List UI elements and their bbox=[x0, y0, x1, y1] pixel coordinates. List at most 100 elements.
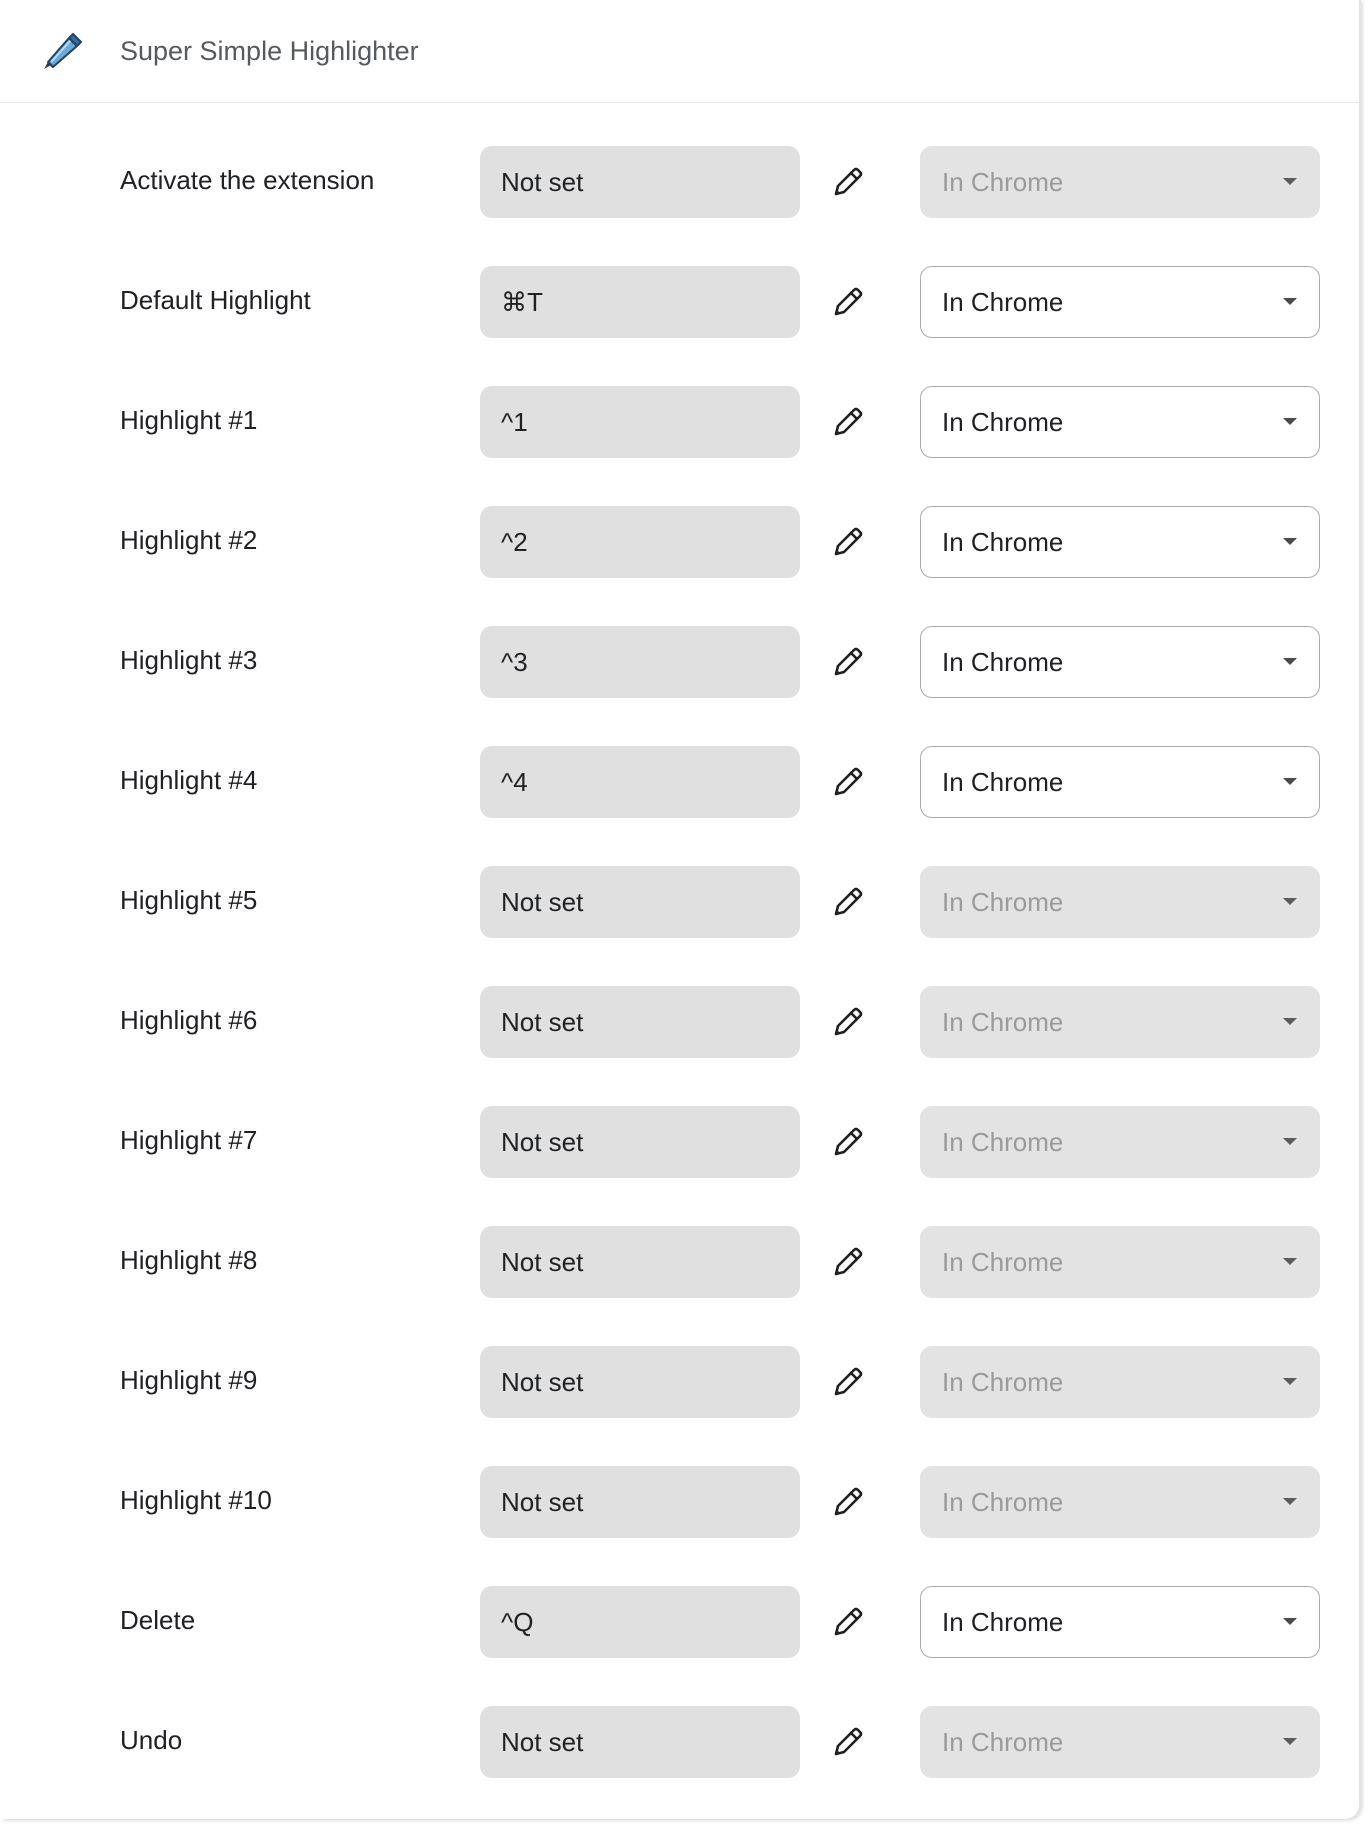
shortcut-input[interactable]: ^4 bbox=[480, 746, 800, 818]
scope-select[interactable]: In Chrome bbox=[920, 1586, 1320, 1658]
extension-header: Super Simple Highlighter bbox=[0, 0, 1359, 103]
shortcut-row: Default Highlight ⌘T In Chrome bbox=[0, 266, 1359, 386]
scope-select-value: In Chrome bbox=[942, 1367, 1064, 1397]
shortcut-input[interactable]: ^Q bbox=[480, 1586, 800, 1658]
command-label: Highlight #4 bbox=[120, 765, 258, 795]
command-label: Activate the extension bbox=[120, 165, 375, 195]
scope-select-value: In Chrome bbox=[942, 407, 1064, 437]
shortcut-row: Highlight #10 Not set In Chrome bbox=[0, 1466, 1359, 1586]
scope-select: In Chrome bbox=[920, 146, 1320, 218]
shortcut-row: Highlight #2 ^2 In Chrome bbox=[0, 506, 1359, 626]
shortcut-input[interactable]: Not set bbox=[480, 1466, 800, 1538]
scope-select[interactable]: In Chrome bbox=[920, 266, 1320, 338]
highlighter-marker-icon bbox=[38, 29, 84, 75]
pencil-icon[interactable] bbox=[826, 520, 870, 564]
scope-select-value: In Chrome bbox=[942, 167, 1064, 197]
scope-select: In Chrome bbox=[920, 1706, 1320, 1778]
command-label: Highlight #5 bbox=[120, 885, 258, 915]
scope-select[interactable]: In Chrome bbox=[920, 506, 1320, 578]
pencil-icon[interactable] bbox=[826, 160, 870, 204]
pencil-icon[interactable] bbox=[826, 1240, 870, 1284]
scope-select-value: In Chrome bbox=[942, 887, 1064, 917]
shortcut-input[interactable]: ^2 bbox=[480, 506, 800, 578]
shortcut-input[interactable]: ⌘T bbox=[480, 266, 800, 338]
shortcut-row: Highlight #4 ^4 In Chrome bbox=[0, 746, 1359, 866]
scope-select: In Chrome bbox=[920, 866, 1320, 938]
shortcut-input[interactable]: Not set bbox=[480, 986, 800, 1058]
dropdown-arrow-icon bbox=[1283, 538, 1297, 545]
command-label: Highlight #1 bbox=[120, 405, 258, 435]
scope-select[interactable]: In Chrome bbox=[920, 386, 1320, 458]
scope-select-value: In Chrome bbox=[942, 1607, 1064, 1637]
scope-select-value: In Chrome bbox=[942, 767, 1064, 797]
dropdown-arrow-icon bbox=[1283, 1378, 1297, 1385]
shortcut-row: Highlight #6 Not set In Chrome bbox=[0, 986, 1359, 1106]
scope-select: In Chrome bbox=[920, 986, 1320, 1058]
shortcut-input[interactable]: Not set bbox=[480, 1346, 800, 1418]
pencil-icon[interactable] bbox=[826, 880, 870, 924]
shortcut-row: Activate the extension Not set In Chrome bbox=[0, 146, 1359, 266]
command-label: Highlight #6 bbox=[120, 1005, 258, 1035]
shortcut-input[interactable]: ^3 bbox=[480, 626, 800, 698]
command-label: Highlight #3 bbox=[120, 645, 258, 675]
shortcut-input[interactable]: ^1 bbox=[480, 386, 800, 458]
command-label: Undo bbox=[120, 1725, 183, 1755]
scope-select-value: In Chrome bbox=[942, 527, 1064, 557]
scope-select: In Chrome bbox=[920, 1226, 1320, 1298]
pencil-icon[interactable] bbox=[826, 1000, 870, 1044]
shortcut-row: Highlight #1 ^1 In Chrome bbox=[0, 386, 1359, 506]
pencil-icon[interactable] bbox=[826, 640, 870, 684]
pencil-icon[interactable] bbox=[826, 400, 870, 444]
command-label: Highlight #7 bbox=[120, 1125, 258, 1155]
command-label: Highlight #2 bbox=[120, 525, 258, 555]
dropdown-arrow-icon bbox=[1283, 1018, 1297, 1025]
pencil-icon[interactable] bbox=[826, 1360, 870, 1404]
dropdown-arrow-icon bbox=[1283, 658, 1297, 665]
command-label: Highlight #8 bbox=[120, 1245, 258, 1275]
scope-select: In Chrome bbox=[920, 1466, 1320, 1538]
dropdown-arrow-icon bbox=[1283, 1738, 1297, 1745]
dropdown-arrow-icon bbox=[1283, 298, 1297, 305]
scope-select-value: In Chrome bbox=[942, 287, 1064, 317]
extension-shortcuts-card: Super Simple Highlighter Activate the ex… bbox=[0, 0, 1359, 1819]
scope-select[interactable]: In Chrome bbox=[920, 626, 1320, 698]
shortcut-input[interactable]: Not set bbox=[480, 1106, 800, 1178]
dropdown-arrow-icon bbox=[1283, 1258, 1297, 1265]
shortcut-row: Highlight #7 Not set In Chrome bbox=[0, 1106, 1359, 1226]
scope-select[interactable]: In Chrome bbox=[920, 746, 1320, 818]
shortcut-row: Highlight #9 Not set In Chrome bbox=[0, 1346, 1359, 1466]
shortcut-row: Highlight #5 Not set In Chrome bbox=[0, 866, 1359, 986]
shortcut-input[interactable]: Not set bbox=[480, 146, 800, 218]
pencil-icon[interactable] bbox=[826, 1480, 870, 1524]
scope-select-value: In Chrome bbox=[942, 1007, 1064, 1037]
pencil-icon[interactable] bbox=[826, 760, 870, 804]
scope-select-value: In Chrome bbox=[942, 647, 1064, 677]
dropdown-arrow-icon bbox=[1283, 778, 1297, 785]
shortcut-row: Delete ^Q In Chrome bbox=[0, 1586, 1359, 1706]
shortcut-input[interactable]: Not set bbox=[480, 1706, 800, 1778]
command-label: Highlight #9 bbox=[120, 1365, 258, 1395]
pencil-icon[interactable] bbox=[826, 280, 870, 324]
pencil-icon[interactable] bbox=[826, 1720, 870, 1764]
dropdown-arrow-icon bbox=[1283, 178, 1297, 185]
command-label: Highlight #10 bbox=[120, 1485, 272, 1515]
command-label: Delete bbox=[120, 1605, 196, 1635]
pencil-icon[interactable] bbox=[826, 1120, 870, 1164]
dropdown-arrow-icon bbox=[1283, 898, 1297, 905]
dropdown-arrow-icon bbox=[1283, 1498, 1297, 1505]
extension-name: Super Simple Highlighter bbox=[120, 36, 419, 66]
dropdown-arrow-icon bbox=[1283, 1618, 1297, 1625]
shortcut-list: Activate the extension Not set In Chrome… bbox=[0, 146, 1359, 1819]
shortcut-input[interactable]: Not set bbox=[480, 1226, 800, 1298]
shortcut-row: Highlight #8 Not set In Chrome bbox=[0, 1226, 1359, 1346]
scope-select: In Chrome bbox=[920, 1106, 1320, 1178]
dropdown-arrow-icon bbox=[1283, 418, 1297, 425]
command-label: Default Highlight bbox=[120, 285, 311, 315]
dropdown-arrow-icon bbox=[1283, 1138, 1297, 1145]
scope-select-value: In Chrome bbox=[942, 1487, 1064, 1517]
shortcut-input[interactable]: Not set bbox=[480, 866, 800, 938]
scope-select-value: In Chrome bbox=[942, 1727, 1064, 1757]
scope-select: In Chrome bbox=[920, 1346, 1320, 1418]
scope-select-value: In Chrome bbox=[942, 1247, 1064, 1277]
pencil-icon[interactable] bbox=[826, 1600, 870, 1644]
